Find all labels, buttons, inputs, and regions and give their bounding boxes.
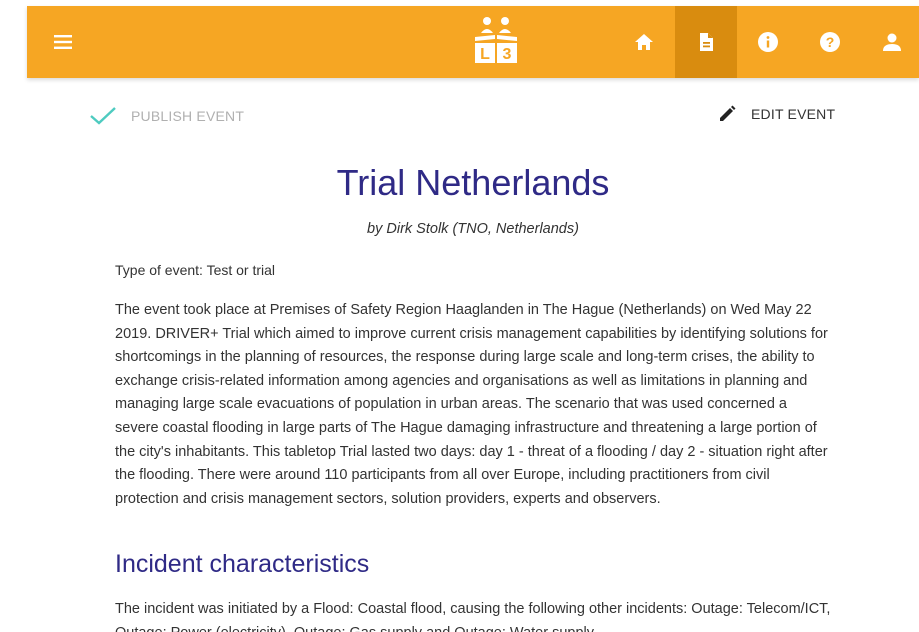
app-header: L 3 ? (27, 6, 919, 78)
hamburger-menu-icon[interactable] (51, 30, 75, 54)
publish-event-label: PUBLISH EVENT (131, 108, 245, 124)
info-icon[interactable] (737, 6, 799, 78)
user-icon[interactable] (861, 6, 919, 78)
incident-description: The incident was initiated by a Flood: C… (115, 601, 831, 632)
incident-section-title: Incident characteristics (115, 550, 370, 578)
svg-text:L: L (480, 46, 490, 63)
edit-event-label: EDIT EVENT (751, 106, 836, 122)
svg-text:?: ? (826, 34, 835, 50)
event-page: PUBLISH EVENT EDIT EVENT Trial Netherlan… (27, 78, 919, 632)
event-author: by Dirk Stolk (TNO, Netherlands) (367, 221, 579, 237)
page-title: Trial Netherlands (336, 162, 610, 203)
publish-event-button[interactable]: PUBLISH EVENT (89, 106, 244, 126)
l3-logo-icon[interactable]: L 3 (465, 13, 527, 69)
svg-text:3: 3 (503, 46, 512, 63)
check-icon (90, 107, 116, 125)
pencil-icon (720, 105, 736, 121)
help-icon[interactable]: ? (799, 6, 861, 78)
home-icon[interactable] (613, 6, 675, 78)
event-type: Type of event: Test or trial (115, 262, 276, 278)
document-icon[interactable] (675, 6, 737, 78)
edit-event-button[interactable]: EDIT EVENT (717, 104, 835, 124)
event-description: The event took place at Premises of Safe… (115, 302, 828, 507)
